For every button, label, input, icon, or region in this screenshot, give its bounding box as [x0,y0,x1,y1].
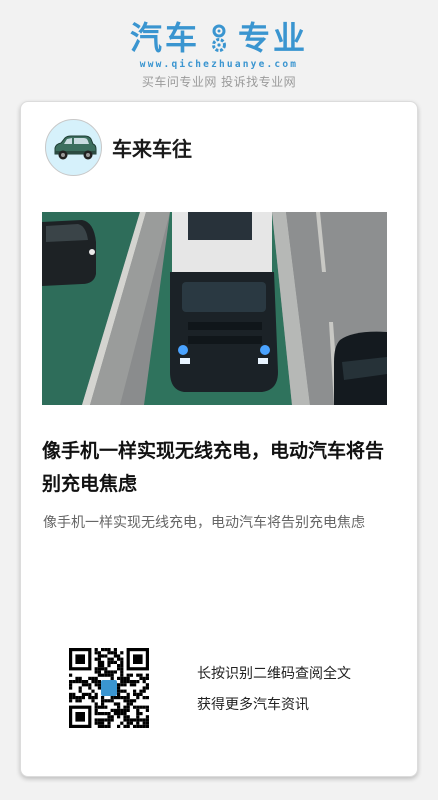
article-title[interactable]: 像手机一样实现无线充电，电动汽车将告别充电焦虑 [42,435,402,501]
author-row[interactable]: 车来车往 [45,119,192,176]
site-header: 汽车 专业 www.qichezhuanye.com 买车问专业网 投诉找专业网 [0,18,438,90]
qr-caption: 长按识别二维码查阅全文 获得更多汽车资讯 [197,659,351,721]
qr-caption-line2: 获得更多汽车资讯 [197,697,309,713]
author-name[interactable]: 车来车往 [112,133,192,162]
qr-caption-line1: 长按识别二维码查阅全文 [197,666,351,682]
avatar[interactable] [45,119,102,176]
logo-text-left: 汽车 [129,19,200,57]
hero-image[interactable] [42,212,387,405]
gear-icon [212,24,226,52]
car-icon [54,135,96,159]
article-card[interactable]: 车来车往 像手机一样实现无线充电，电动汽车将告别充电焦虑 像手机一样实现无线充电… [20,101,418,777]
site-logo: 汽车 专业 [0,18,438,58]
article-summary: 像手机一样实现无线充电，电动汽车将告别充电焦虑 [43,515,365,531]
site-url[interactable]: www.qichezhuanye.com [0,59,438,70]
highway-truck-image [42,212,387,405]
logo-text-right: 专业 [238,19,309,57]
site-slogan: 买车问专业网 投诉找专业网 [141,75,297,89]
qr-code-icon[interactable] [69,648,149,728]
